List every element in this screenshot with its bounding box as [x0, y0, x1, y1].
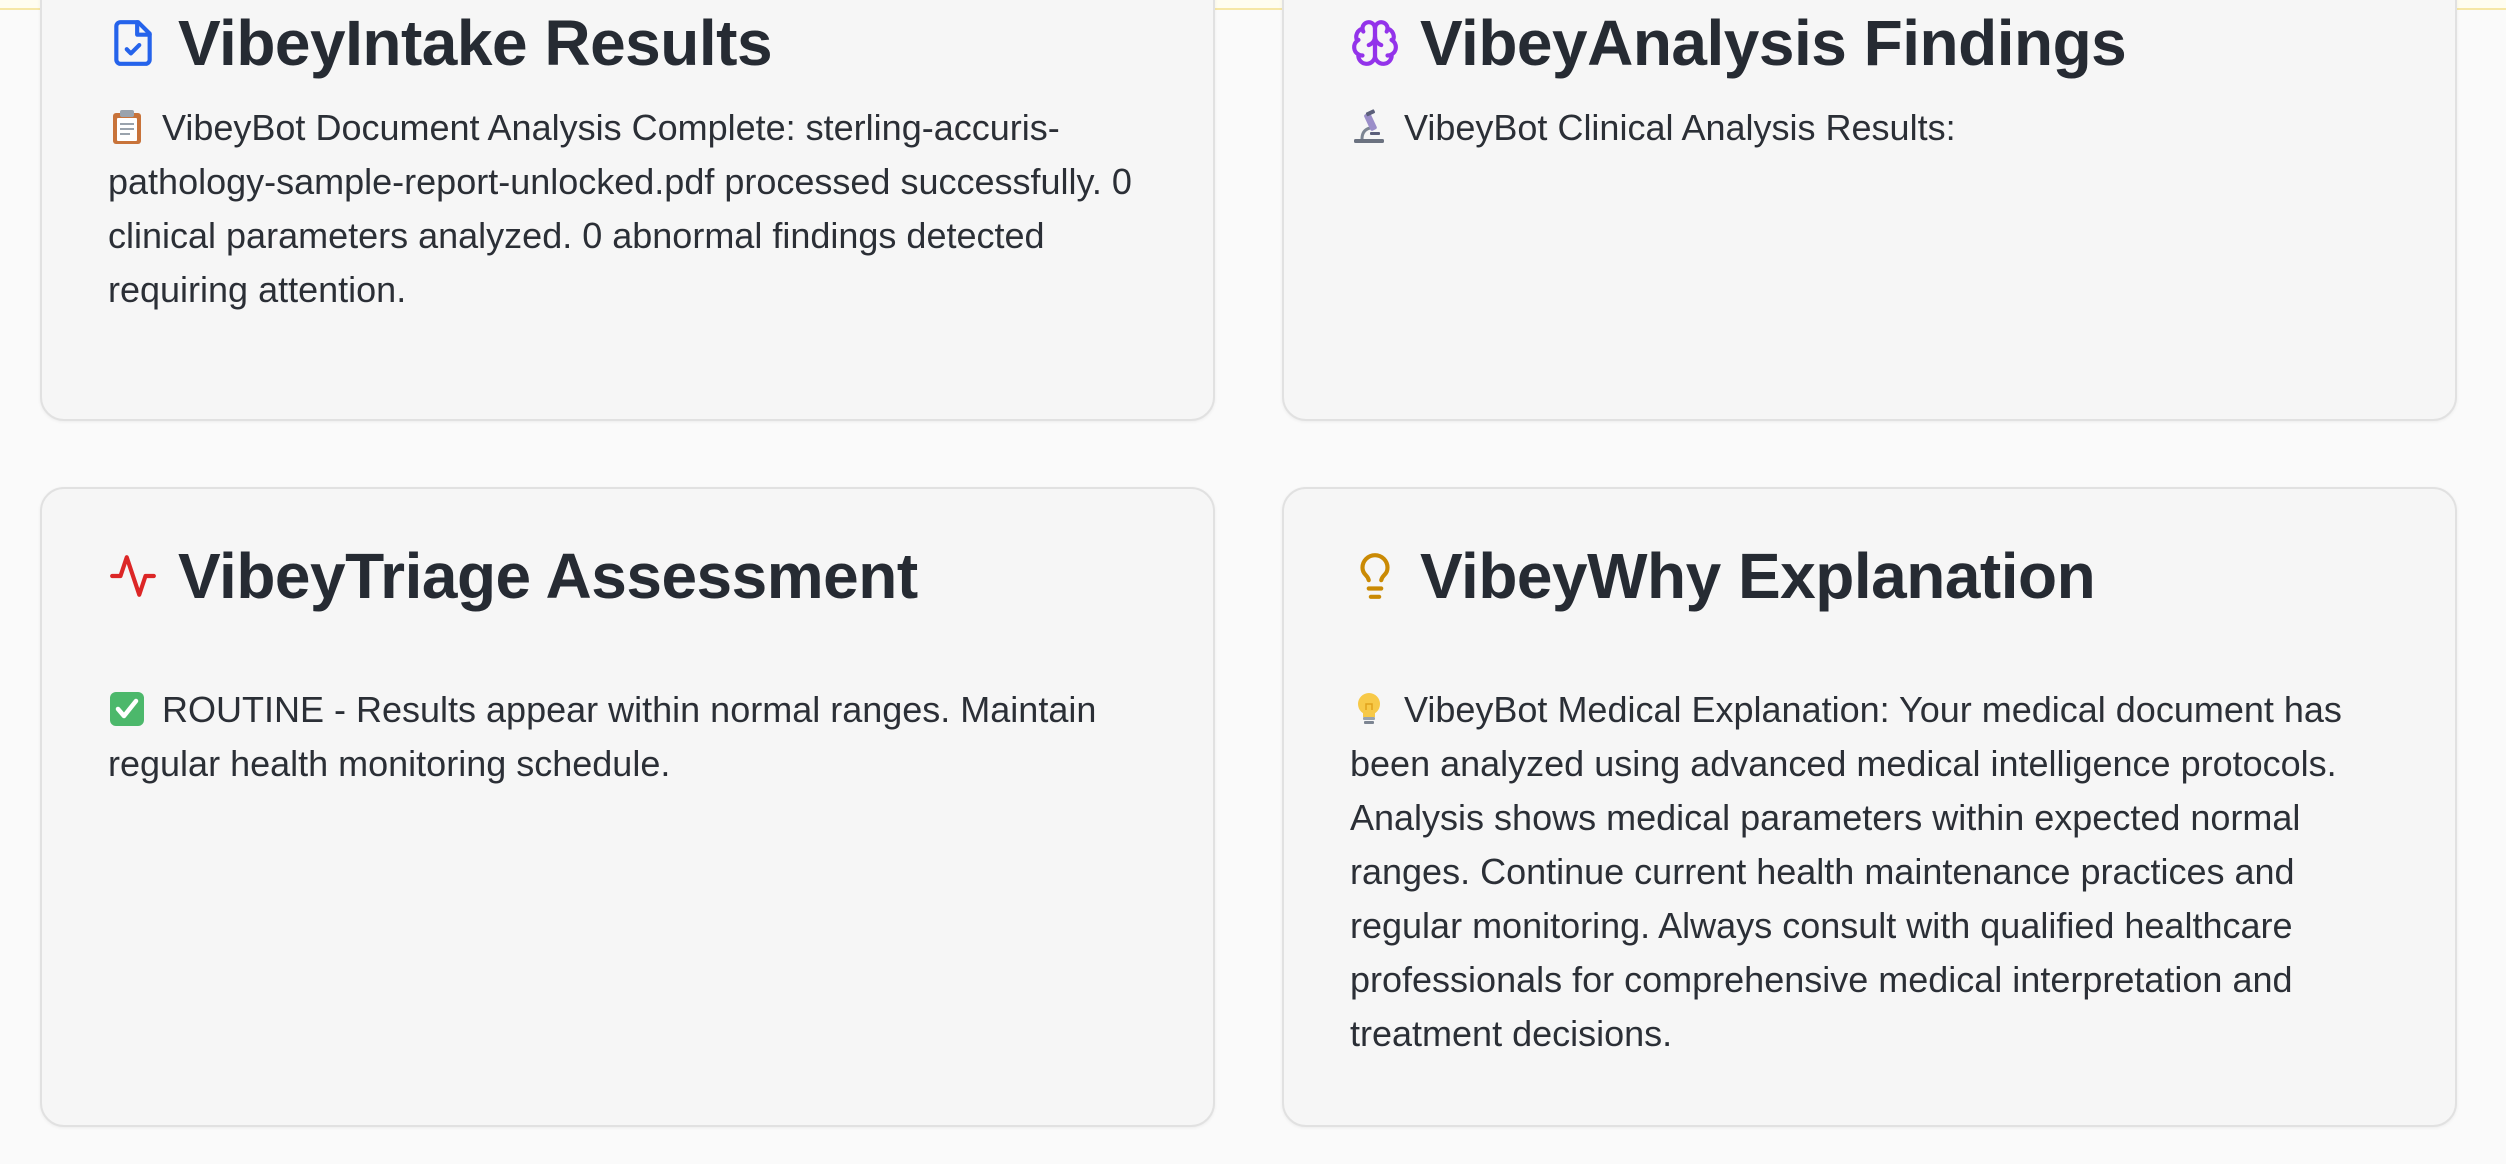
microscope-icon [1350, 108, 1388, 146]
card-title: VibeyAnalysis Findings [1420, 7, 2127, 79]
card-header: VibeyTriage Assessment [108, 536, 918, 616]
card-body-text: VibeyBot Clinical Analysis Results: [1404, 107, 1956, 148]
card-body: VibeyBot Medical Explanation: Your medic… [1350, 683, 2400, 1061]
card-title: VibeyWhy Explanation [1420, 540, 2096, 612]
card-title: VibeyTriage Assessment [178, 540, 918, 612]
intake-results-card: VibeyIntake Results VibeyBot Document An… [40, 0, 1215, 421]
clipboard-icon [108, 108, 146, 146]
card-body: ROUTINE - Results appear within normal r… [108, 683, 1158, 791]
card-body-text: ROUTINE - Results appear within normal r… [108, 689, 1097, 784]
card-body-text: VibeyBot Medical Explanation: Your medic… [1350, 689, 2342, 1054]
card-header: VibeyAnalysis Findings [1350, 3, 2127, 83]
why-explanation-card: VibeyWhy Explanation VibeyBot Medical Ex… [1282, 487, 2457, 1127]
activity-icon [108, 551, 158, 601]
analysis-findings-card: VibeyAnalysis Findings VibeyBot Clinical… [1282, 0, 2457, 421]
lightbulb-icon [1350, 551, 1400, 601]
brain-icon [1350, 18, 1400, 68]
triage-assessment-card: VibeyTriage Assessment ROUTINE - Results… [40, 487, 1215, 1127]
card-header: VibeyWhy Explanation [1350, 536, 2096, 616]
check-mark-button-icon [108, 690, 146, 728]
lightbulb-emoji-icon [1350, 690, 1388, 728]
card-body: VibeyBot Clinical Analysis Results: [1350, 101, 2400, 155]
card-body: VibeyBot Document Analysis Complete: ste… [108, 101, 1158, 317]
card-title: VibeyIntake Results [178, 7, 773, 79]
card-body-text: VibeyBot Document Analysis Complete: ste… [108, 107, 1132, 310]
card-header: VibeyIntake Results [108, 3, 773, 83]
file-check-icon [108, 18, 158, 68]
